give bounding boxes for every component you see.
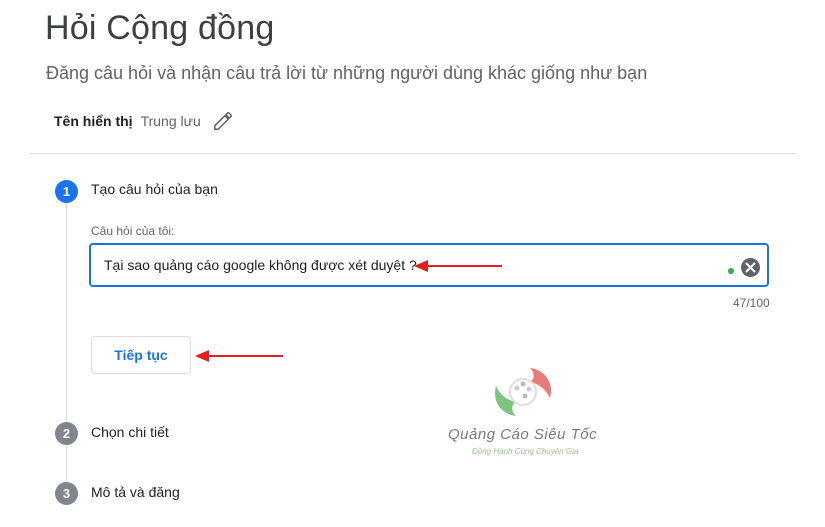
- status-dot: [728, 268, 734, 274]
- step-number-2: 2: [55, 422, 78, 445]
- pencil-icon[interactable]: [212, 110, 234, 132]
- continue-button[interactable]: Tiếp tục: [91, 336, 191, 374]
- brand-watermark: Quảng Cáo Siêu Tốc: [448, 426, 598, 443]
- brand-logo-icon: [494, 368, 552, 416]
- stepper-connector: [66, 446, 67, 481]
- header-divider: [30, 153, 796, 154]
- stepper-connector: [66, 203, 67, 422]
- display-name-value: Trung lưu: [140, 113, 201, 129]
- character-counter: 47/100: [733, 296, 770, 310]
- display-name-row: Tên hiển thị Trung lưu: [54, 110, 234, 132]
- page-title: Hỏi Cộng đồng: [45, 9, 275, 47]
- step-label-describe-post[interactable]: Mô tả và đăng: [91, 484, 180, 500]
- question-input-value[interactable]: Tại sao quảng cáo google không được xét …: [104, 257, 417, 273]
- step-number-3: 3: [55, 482, 78, 505]
- brand-tagline: Đồng Hành Cùng Chuyên Gia: [472, 447, 579, 456]
- step-number-1: 1: [55, 180, 78, 203]
- question-field-label: Câu hỏi của tôi:: [91, 224, 175, 238]
- annotation-arrow-icon: [195, 350, 283, 362]
- annotation-arrow-icon: [414, 260, 502, 272]
- step-label-choose-details[interactable]: Chọn chi tiết: [91, 424, 169, 440]
- step-label-create-question: Tạo câu hỏi của bạn: [91, 181, 218, 197]
- page-subtitle: Đăng câu hỏi và nhận câu trả lời từ nhữn…: [46, 63, 648, 83]
- display-name-label: Tên hiển thị: [54, 113, 133, 129]
- close-icon: [745, 262, 756, 273]
- close-circle-icon[interactable]: [741, 258, 760, 277]
